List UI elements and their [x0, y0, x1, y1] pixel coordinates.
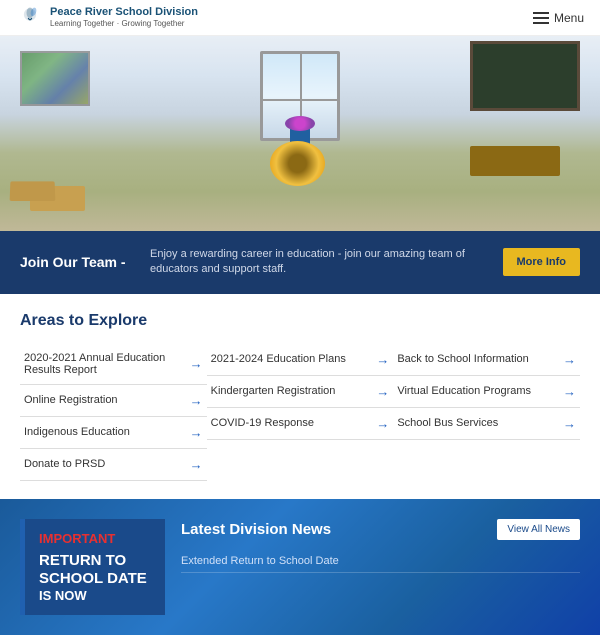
- join-banner: Join Our Team - Enjoy a rewarding career…: [0, 231, 600, 294]
- join-title: Join Our Team -: [20, 254, 130, 270]
- teacher-desk-decoration: [470, 146, 560, 176]
- area-arrow-icon: →: [563, 416, 576, 431]
- area-item-label: Kindergarten Registration: [211, 385, 371, 397]
- area-arrow-icon: →: [563, 352, 576, 367]
- area-item[interactable]: 2021-2024 Education Plans →: [207, 344, 394, 376]
- news-section: Latest Division News View All News Exten…: [181, 519, 580, 573]
- area-item[interactable]: 2020-2021 Annual Education Results Repor…: [20, 344, 207, 385]
- area-arrow-icon: →: [376, 416, 389, 431]
- area-item[interactable]: Online Registration →: [20, 385, 207, 417]
- area-item[interactable]: COVID-19 Response →: [207, 408, 394, 440]
- news-list: Extended Return to School Date: [181, 550, 580, 573]
- menu-label: Menu: [554, 11, 584, 25]
- area-item-label: COVID-19 Response: [211, 417, 371, 429]
- area-arrow-icon: →: [190, 393, 203, 408]
- area-column-2: Back to School Information→Virtual Educa…: [393, 344, 580, 481]
- return-line1: RETURN TO: [39, 552, 151, 570]
- chalkboard-decoration: [470, 41, 580, 111]
- area-column-0: 2020-2021 Annual Education Results Repor…: [20, 344, 207, 481]
- area-item-label: Online Registration: [24, 394, 184, 406]
- area-arrow-icon: →: [190, 356, 203, 371]
- area-item[interactable]: Virtual Education Programs →: [393, 376, 580, 408]
- area-item-label: Virtual Education Programs: [397, 385, 557, 397]
- area-item[interactable]: School Bus Services →: [393, 408, 580, 440]
- map-decoration: [20, 51, 90, 106]
- area-item[interactable]: Donate to PRSD →: [20, 449, 207, 481]
- important-card: IMPORTANT RETURN TO SCHOOL DATE IS NOW: [20, 519, 165, 615]
- important-label: IMPORTANT: [39, 531, 151, 546]
- area-item-label: 2020-2021 Annual Education Results Repor…: [24, 352, 184, 376]
- return-line2: SCHOOL DATE: [39, 570, 151, 588]
- news-item[interactable]: Extended Return to School Date: [181, 550, 580, 573]
- area-item[interactable]: Back to School Information →: [393, 344, 580, 376]
- logo-subtitle: Learning Together · Growing Together: [50, 19, 198, 29]
- hero-image: [0, 36, 600, 231]
- return-line3: IS NOW: [39, 588, 151, 603]
- logo-text: Peace River School Division Learning Tog…: [50, 6, 198, 29]
- logo-area: Peace River School Division Learning Tog…: [16, 4, 198, 32]
- areas-section: Areas to Explore 2020-2021 Annual Educat…: [0, 294, 600, 499]
- areas-title: Areas to Explore: [20, 312, 580, 330]
- bottom-section: IMPORTANT RETURN TO SCHOOL DATE IS NOW L…: [0, 499, 600, 635]
- area-arrow-icon: →: [376, 384, 389, 399]
- news-title: Latest Division News: [181, 521, 331, 538]
- join-description: Enjoy a rewarding career in education - …: [150, 247, 483, 278]
- more-info-button[interactable]: More Info: [503, 248, 581, 276]
- menu-button[interactable]: Menu: [533, 11, 584, 25]
- hamburger-icon: [533, 12, 549, 24]
- area-item-label: School Bus Services: [397, 417, 557, 429]
- area-item[interactable]: Kindergarten Registration →: [207, 376, 394, 408]
- area-arrow-icon: →: [376, 352, 389, 367]
- area-item-label: 2021-2024 Education Plans: [211, 353, 371, 365]
- logo-icon: [16, 4, 44, 32]
- site-header: Peace River School Division Learning Tog…: [0, 0, 600, 36]
- student-desk2-decoration: [10, 181, 56, 201]
- area-arrow-icon: →: [190, 457, 203, 472]
- area-column-1: 2021-2024 Education Plans→Kindergarten R…: [207, 344, 394, 481]
- sunflower-decoration: [270, 141, 325, 186]
- area-item[interactable]: Indigenous Education →: [20, 417, 207, 449]
- area-item-label: Indigenous Education: [24, 426, 184, 438]
- area-item-label: Donate to PRSD: [24, 458, 184, 470]
- logo-title: Peace River School Division: [50, 6, 198, 19]
- news-header: Latest Division News View All News: [181, 519, 580, 540]
- area-arrow-icon: →: [563, 384, 576, 399]
- view-all-button[interactable]: View All News: [497, 519, 580, 540]
- area-arrow-icon: →: [190, 425, 203, 440]
- areas-grid: 2020-2021 Annual Education Results Repor…: [20, 344, 580, 481]
- area-item-label: Back to School Information: [397, 353, 557, 365]
